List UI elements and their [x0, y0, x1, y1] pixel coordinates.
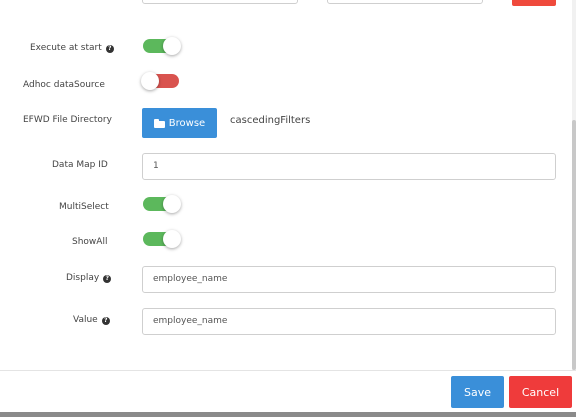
adhoc-datasource-toggle[interactable]	[141, 72, 179, 90]
question-circle-icon[interactable]: ?	[105, 45, 114, 53]
scrollbar-thumb[interactable]	[572, 120, 576, 370]
multiselect-toggle[interactable]	[143, 195, 181, 213]
datasource-settings-panel: Execute at start? Adhoc dataSource EFWD …	[0, 0, 576, 417]
show-all-label: ShowAll	[72, 237, 108, 247]
question-circle-icon[interactable]: ?	[103, 275, 112, 283]
display-input[interactable]: employee_name	[142, 266, 556, 293]
browse-button[interactable]: Browse	[142, 108, 217, 138]
value-input[interactable]: employee_name	[142, 308, 556, 335]
toggle-knob	[141, 72, 159, 90]
browse-button-label: Browse	[168, 117, 206, 129]
question-circle-icon[interactable]: ?	[101, 317, 110, 325]
value-label: Value?	[73, 315, 110, 325]
data-map-id-label: Data Map ID	[52, 160, 108, 170]
show-all-toggle[interactable]	[143, 230, 181, 248]
efwd-directory-value: cascedingFilters	[230, 115, 311, 126]
execute-at-start-toggle[interactable]	[143, 37, 181, 55]
toggle-knob	[163, 37, 181, 55]
save-button[interactable]: Save	[451, 376, 504, 408]
toggle-knob	[163, 230, 181, 248]
data-map-id-input[interactable]: 1	[142, 153, 556, 180]
folder-icon	[153, 118, 165, 128]
execute-at-start-label: Execute at start?	[30, 43, 114, 53]
top-remove-button[interactable]	[512, 0, 556, 6]
top-input-left[interactable]	[142, 0, 298, 4]
toggle-knob	[163, 195, 181, 213]
top-input-right[interactable]	[327, 0, 483, 4]
adhoc-datasource-label: Adhoc dataSource	[23, 80, 105, 90]
cancel-button[interactable]: Cancel	[509, 376, 572, 408]
footer-divider	[0, 370, 576, 371]
bottom-window-strip	[0, 412, 576, 417]
multiselect-label: MultiSelect	[59, 202, 109, 212]
efwd-file-directory-label: EFWD File Directory	[23, 115, 112, 125]
display-label: Display?	[66, 273, 112, 283]
